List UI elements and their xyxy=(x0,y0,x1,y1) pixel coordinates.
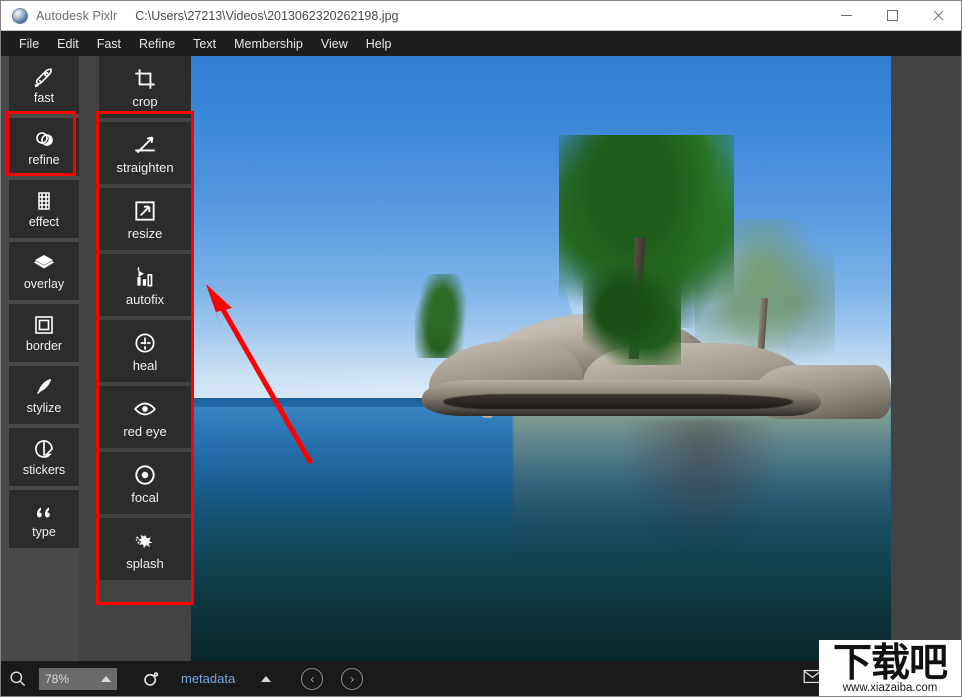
image-canvas[interactable] xyxy=(191,56,891,661)
eye-icon xyxy=(134,402,156,416)
menu-item-membership[interactable]: Membership xyxy=(225,34,312,54)
splash-icon xyxy=(135,534,153,549)
menu-bar: File Edit Fast Refine Text Membership Vi… xyxy=(1,31,961,56)
metadata-caret-up-icon[interactable] xyxy=(261,675,272,682)
tool-label-focal: focal xyxy=(131,490,159,505)
zoom-magnifier-button[interactable] xyxy=(1,669,33,688)
pixlr-window: Autodesk Pixlr C:\Users\27213\Videos\201… xyxy=(0,0,962,697)
zoom-level-select[interactable]: 78% xyxy=(39,667,117,690)
tool-label-refine: refine xyxy=(28,153,60,168)
tool-overlay[interactable]: overlay xyxy=(9,242,79,300)
photo-rocky-island xyxy=(191,56,891,661)
water-reflection-dark xyxy=(625,419,779,553)
tool-fast[interactable]: fast xyxy=(9,56,79,114)
tool-label-stickers: stickers xyxy=(22,463,66,478)
tool-column-right: crop straighten resize autofix heal red … xyxy=(99,56,191,584)
minimize-icon xyxy=(840,15,852,16)
tool-label-straighten: straighten xyxy=(116,160,174,175)
tool-heal[interactable]: heal xyxy=(99,320,191,382)
resize-arrow-icon xyxy=(135,201,155,221)
site-watermark: 下载吧 www.xiazaiba.com xyxy=(819,640,961,696)
straighten-icon xyxy=(135,136,155,154)
autofix-wand-icon xyxy=(137,267,153,287)
watermark-url: www.xiazaiba.com xyxy=(842,682,938,695)
next-arrow-icon: › xyxy=(350,671,355,686)
maximize-button[interactable] xyxy=(869,1,915,31)
feather-pen-icon xyxy=(37,379,51,395)
magnifier-icon xyxy=(9,671,25,687)
status-bar: 78% metadata ‹ › xyxy=(1,661,961,696)
aperture-icon xyxy=(144,671,159,686)
tool-effect[interactable]: effect xyxy=(9,180,79,238)
overlap-circles-icon xyxy=(36,132,53,147)
tool-label-fast: fast xyxy=(33,91,55,106)
tool-label-autofix: autofix xyxy=(125,292,165,307)
tool-focal[interactable]: focal xyxy=(99,452,191,514)
sticker-icon xyxy=(35,440,53,459)
tool-label-crop: crop xyxy=(132,94,158,109)
close-button[interactable] xyxy=(915,1,961,31)
close-icon xyxy=(932,10,944,22)
maximize-icon xyxy=(886,10,898,21)
window-controls xyxy=(823,1,961,31)
tool-straighten[interactable]: straighten xyxy=(99,122,191,184)
layers-icon xyxy=(34,255,54,269)
tool-autofix[interactable]: autofix xyxy=(99,254,191,316)
rock-shadow-crevice xyxy=(443,393,793,410)
tool-label-type: type xyxy=(32,525,56,540)
menu-item-refine[interactable]: Refine xyxy=(130,34,184,54)
metadata-button[interactable] xyxy=(131,669,171,689)
tool-refine[interactable]: refine xyxy=(9,118,79,176)
rocket-icon xyxy=(34,68,52,88)
pixlr-globe-icon xyxy=(12,7,28,24)
zoom-level-value: 78% xyxy=(45,671,70,686)
workspace: fast refine effect overlay border styliz… xyxy=(1,56,961,661)
quote-marks-icon xyxy=(37,507,50,518)
crop-icon xyxy=(135,69,155,89)
tool-label-splash: splash xyxy=(126,556,164,571)
heal-target-icon xyxy=(135,333,155,353)
next-image-button[interactable]: › xyxy=(341,667,364,690)
menu-item-edit[interactable]: Edit xyxy=(48,34,88,54)
tool-label-resize: resize xyxy=(127,226,163,241)
menu-item-help[interactable]: Help xyxy=(357,34,401,54)
tool-label-effect: effect xyxy=(28,215,60,230)
tool-stickers[interactable]: stickers xyxy=(9,428,79,486)
film-strip-icon xyxy=(38,192,50,210)
frame-icon xyxy=(35,316,53,335)
tool-label-border: border xyxy=(25,339,63,354)
title-bar: Autodesk Pixlr C:\Users\27213\Videos\201… xyxy=(1,1,961,31)
menu-item-view[interactable]: View xyxy=(312,34,357,54)
prev-arrow-icon: ‹ xyxy=(310,671,315,686)
tool-label-red-eye: heal xyxy=(132,358,158,373)
tool-resize[interactable]: resize xyxy=(99,188,191,250)
tool-red-eye[interactable]: red eye xyxy=(99,386,191,448)
focal-circle-icon xyxy=(135,465,155,485)
tool-border[interactable]: border xyxy=(9,304,79,362)
tool-splash[interactable]: splash xyxy=(99,518,191,580)
file-path: C:\Users\27213\Videos\2013062320262198.j… xyxy=(135,8,399,23)
tree-lower-foliage xyxy=(583,255,681,365)
tree-small-left xyxy=(415,273,471,359)
tool-column-left: fast refine effect overlay border styliz… xyxy=(9,56,79,552)
prev-image-button[interactable]: ‹ xyxy=(301,667,324,690)
tool-label-overlay: overlay xyxy=(23,277,65,292)
minimize-button[interactable] xyxy=(823,1,869,31)
menu-item-fast[interactable]: Fast xyxy=(88,34,130,54)
watermark-logo-text: 下载吧 xyxy=(832,641,948,687)
menu-item-file[interactable]: File xyxy=(10,34,48,54)
tool-stylize[interactable]: stylize xyxy=(9,366,79,424)
metadata-label[interactable]: metadata xyxy=(181,671,235,686)
app-title: Autodesk Pixlr xyxy=(36,8,118,23)
caret-up-icon xyxy=(101,675,111,682)
tool-label-stylize: stylize xyxy=(26,401,62,416)
tool-type[interactable]: type xyxy=(9,490,79,548)
tool-crop[interactable]: crop xyxy=(99,56,191,118)
menu-item-text[interactable]: Text xyxy=(184,34,225,54)
tool-label-redeye: red eye xyxy=(123,424,167,439)
